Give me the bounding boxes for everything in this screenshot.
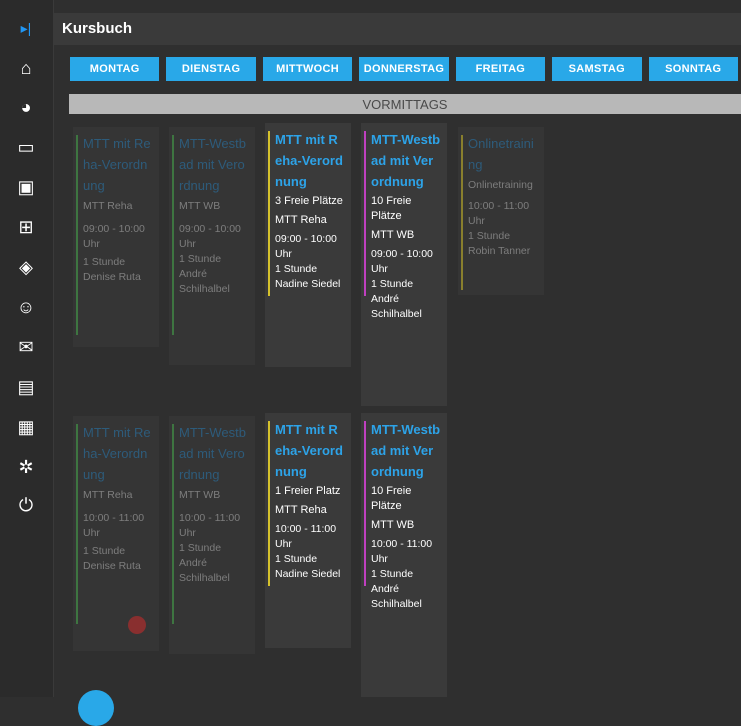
card-title: MTT-Westbad mit Verordnung [179,136,246,193]
card-time: 10:00 - 11:00 Uhr [83,512,145,539]
card-trainer: André Schilhalbel [371,293,422,320]
red-indicator-dot [128,616,146,634]
tab-freitag[interactable]: FREITAG [455,57,546,81]
card-duration: 1 Stunde [83,256,126,268]
course-card[interactable]: MTT-Westbad mit Verordnung 10 Freie Plät… [361,413,447,697]
header: Kursbuch [54,13,741,45]
card-duration: 1 Stunde [371,568,414,580]
tab-montag[interactable]: MONTAG [70,57,160,81]
pie-chart-icon[interactable]: ◕ [14,95,38,119]
course-card[interactable]: Onlinetraining Onlinetraining 10:00 - 11… [458,127,544,295]
settings-icon[interactable]: ✲ [14,455,38,479]
card-trainer: André Schilhalbel [179,268,230,295]
card-trainer: Denise Ruta [83,560,141,572]
card-time: 10:00 - 11:00 Uhr [468,200,530,227]
card-course: Onlinetraining [468,179,533,191]
card-free-slots: 1 Freier Platz [275,485,341,497]
home-icon[interactable]: ⌂ [14,56,38,80]
logout-icon[interactable]: ⏻ [14,493,38,517]
film-icon[interactable]: ▦ [14,415,38,439]
card-trainer: Robin Tanner [468,245,531,257]
card-title: MTT-Westbad mit Verordnung [179,425,246,482]
card-course: MTT Reha [275,504,327,516]
collapse-sidebar-icon[interactable]: ▸| [14,16,38,40]
card-time: 09:00 - 10:00 Uhr [179,223,241,250]
mail-icon[interactable]: ✉ [14,335,38,359]
card-color-bar [76,135,78,335]
day-tabs: MONTAG DIENSTAG MITTWOCH DONNERSTAG FREI… [70,57,738,81]
card-course: MTT WB [371,229,415,241]
card-color-bar [268,421,270,586]
card-title: MTT mit Reha-Verordnung [275,132,343,189]
course-card[interactable]: MTT mit Reha-Verordnung 1 Freier Platz M… [265,413,351,648]
card-time: 10:00 - 11:00 Uhr [371,538,433,565]
card-color-bar [461,135,463,290]
card-trainer: André Schilhalbel [179,557,230,584]
sidebar: ▸| ⌂ ◕ ▭ ▣ ⊞ ◈ ☺ ✉ ▤ ▦ ✲ ⏻ [0,0,54,697]
course-card[interactable]: MTT mit Reha-Verordnung 3 Freie Plätze M… [265,123,351,367]
card-title: MTT mit Reha-Verordnung [275,422,343,479]
card-duration: 1 Stunde [275,263,318,275]
cube-icon[interactable]: ◈ [14,255,38,279]
tab-samstag[interactable]: SAMSTAG [552,57,642,81]
card-title: MTT-Westbad mit Verordnung [371,422,441,479]
card-trainer: André Schilhalbel [371,583,422,610]
card-free-slots: 10 Freie Plätze [371,195,412,222]
card-time: 09:00 - 10:00 Uhr [275,233,337,260]
card-time: 10:00 - 11:00 Uhr [179,512,241,539]
card-title: MTT-Westbad mit Verordnung [371,132,441,189]
card-color-bar [76,424,78,624]
card-duration: 1 Stunde [179,253,222,265]
card-color-bar [172,135,174,335]
card-color-bar [364,421,366,586]
card-course: MTT WB [371,519,415,531]
card-course: MTT WB [179,489,221,501]
course-card[interactable]: MTT-Westbad mit Verordnung MTT WB 09:00 … [169,127,255,365]
card-duration: 1 Stunde [179,542,222,554]
card-duration: 1 Stunde [83,545,126,557]
course-card[interactable]: MTT mit Reha-Verordnung MTT Reha 09:00 -… [73,127,159,347]
course-card[interactable]: MTT mit Reha-Verordnung MTT Reha 10:00 -… [73,416,159,651]
tab-donnerstag[interactable]: DONNERSTAG [359,57,449,81]
card-title: Onlinetraining [468,136,534,172]
tab-sonntag[interactable]: SONNTAG [648,57,738,81]
card-free-slots: 10 Freie Plätze [371,485,412,512]
card-course: MTT Reha [275,214,327,226]
card-course: MTT Reha [83,489,133,501]
card-icon[interactable]: ▭ [14,135,38,159]
card-title: MTT mit Reha-Verordnung [83,136,151,193]
card-color-bar [172,424,174,624]
card-time: 09:00 - 10:00 Uhr [83,223,145,250]
card-time: 09:00 - 10:00 Uhr [371,248,433,275]
course-card[interactable]: MTT-Westbad mit Verordnung 10 Freie Plät… [361,123,447,406]
card-duration: 1 Stunde [371,278,414,290]
card-color-bar [364,131,366,296]
card-course: MTT Reha [83,200,133,212]
book-icon[interactable]: ⊞ [14,215,38,239]
card-trainer: Nadine Siedel [275,278,341,290]
card-course: MTT WB [179,200,221,212]
card-free-slots: 3 Freie Plätze [275,195,343,207]
page-title: Kursbuch [62,20,133,37]
calendar-icon[interactable]: ▣ [14,175,38,199]
card-trainer: Nadine Siedel [275,568,341,580]
course-card[interactable]: MTT-Westbad mit Verordnung MTT WB 10:00 … [169,416,255,654]
card-trainer: Denise Ruta [83,271,141,283]
section-header: VORMITTAGS [69,94,741,114]
card-duration: 1 Stunde [275,553,318,565]
card-time: 10:00 - 11:00 Uhr [275,523,337,550]
smiley-icon[interactable]: ☺ [14,295,38,319]
newspaper-icon[interactable]: ▤ [14,375,38,399]
card-color-bar [268,131,270,296]
add-button[interactable] [78,690,114,726]
card-duration: 1 Stunde [468,230,511,242]
tab-mittwoch[interactable]: MITTWOCH [262,57,353,81]
card-title: MTT mit Reha-Verordnung [83,425,151,482]
tab-dienstag[interactable]: DIENSTAG [166,57,256,81]
